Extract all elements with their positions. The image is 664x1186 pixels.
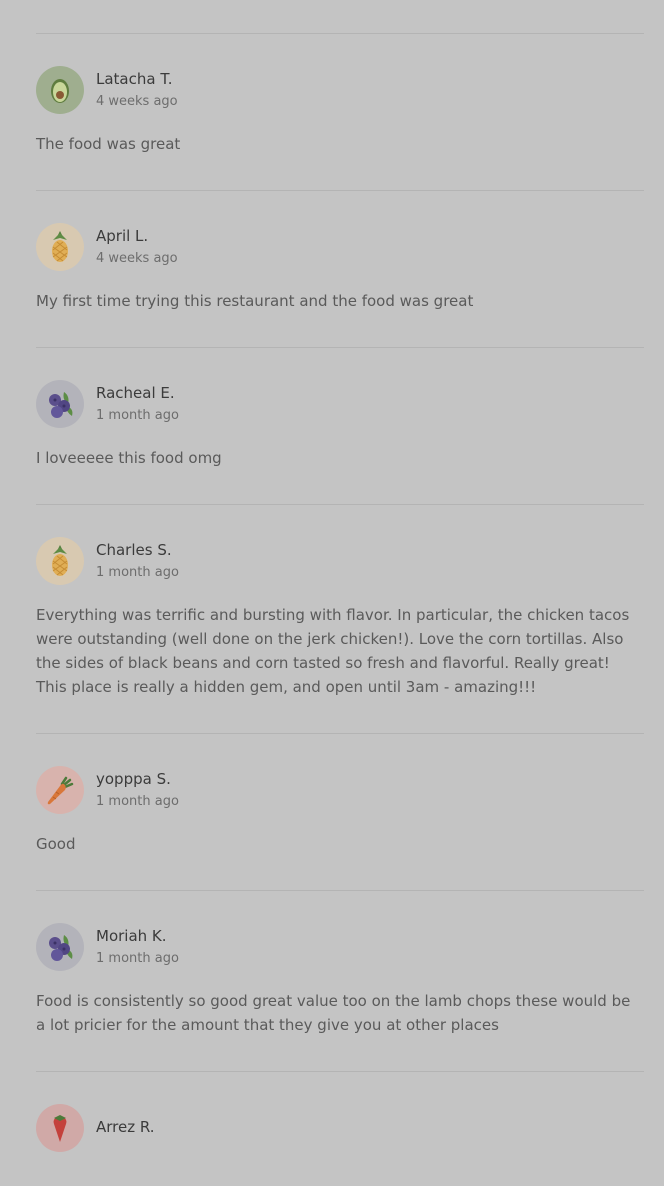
review-item: Moriah K. 1 month ago Food is consistent… bbox=[36, 891, 644, 1071]
review-item: Racheal E. 1 month ago I loveeeee this f… bbox=[36, 348, 644, 504]
review-header: Latacha T. 4 weeks ago bbox=[36, 66, 644, 114]
reviewer-name: Moriah K. bbox=[96, 927, 167, 945]
review-item: Latacha T. 4 weeks ago The food was grea… bbox=[36, 34, 644, 190]
reviewer-name: Arrez R. bbox=[96, 1118, 155, 1136]
reviewer-name: Latacha T. bbox=[96, 70, 173, 88]
review-time: 4 weeks ago bbox=[96, 94, 178, 109]
pineapple-icon bbox=[36, 537, 84, 585]
strawberry-icon bbox=[36, 1104, 84, 1152]
review-time: 4 weeks ago bbox=[96, 251, 178, 266]
review-header: Moriah K. 1 month ago bbox=[36, 923, 644, 971]
blueberry-icon bbox=[36, 923, 84, 971]
review-header: yopppa S. 1 month ago bbox=[36, 766, 644, 814]
blueberry-icon bbox=[36, 380, 84, 428]
review-time: 1 month ago bbox=[96, 951, 179, 966]
pineapple-icon bbox=[36, 223, 84, 271]
review-header: Charles S. 1 month ago bbox=[36, 537, 644, 585]
reviewer-name: yopppa S. bbox=[96, 770, 171, 788]
review-text: I loveeeee this food omg bbox=[36, 449, 222, 467]
reviewer-name: Charles S. bbox=[96, 541, 172, 559]
carrot-icon bbox=[36, 766, 84, 814]
reviews-list: Latacha T. 4 weeks ago The food was grea… bbox=[36, 0, 644, 1186]
review-header: Racheal E. 1 month ago bbox=[36, 380, 644, 428]
avocado-icon bbox=[36, 66, 84, 114]
review-time: 1 month ago bbox=[96, 408, 179, 423]
reviewer-name: April L. bbox=[96, 227, 149, 245]
review-text: Good bbox=[36, 835, 76, 853]
review-item: Charles S. 1 month ago Everything was te… bbox=[36, 505, 644, 733]
review-text: My first time trying this restaurant and… bbox=[36, 292, 474, 310]
review-item: yopppa S. 1 month ago Good bbox=[36, 734, 644, 890]
review-header: April L. 4 weeks ago bbox=[36, 223, 644, 271]
review-item: Arrez R. bbox=[36, 1072, 644, 1186]
review-text: Everything was terrific and bursting wit… bbox=[36, 606, 630, 696]
review-header: Arrez R. bbox=[36, 1104, 644, 1152]
reviewer-name: Racheal E. bbox=[96, 384, 175, 402]
review-text: The food was great bbox=[36, 135, 181, 153]
review-time: 1 month ago bbox=[96, 794, 179, 809]
review-time: 1 month ago bbox=[96, 565, 179, 580]
review-text: Food is consistently so good great value… bbox=[36, 992, 631, 1034]
review-item: April L. 4 weeks ago My first time tryin… bbox=[36, 191, 644, 347]
